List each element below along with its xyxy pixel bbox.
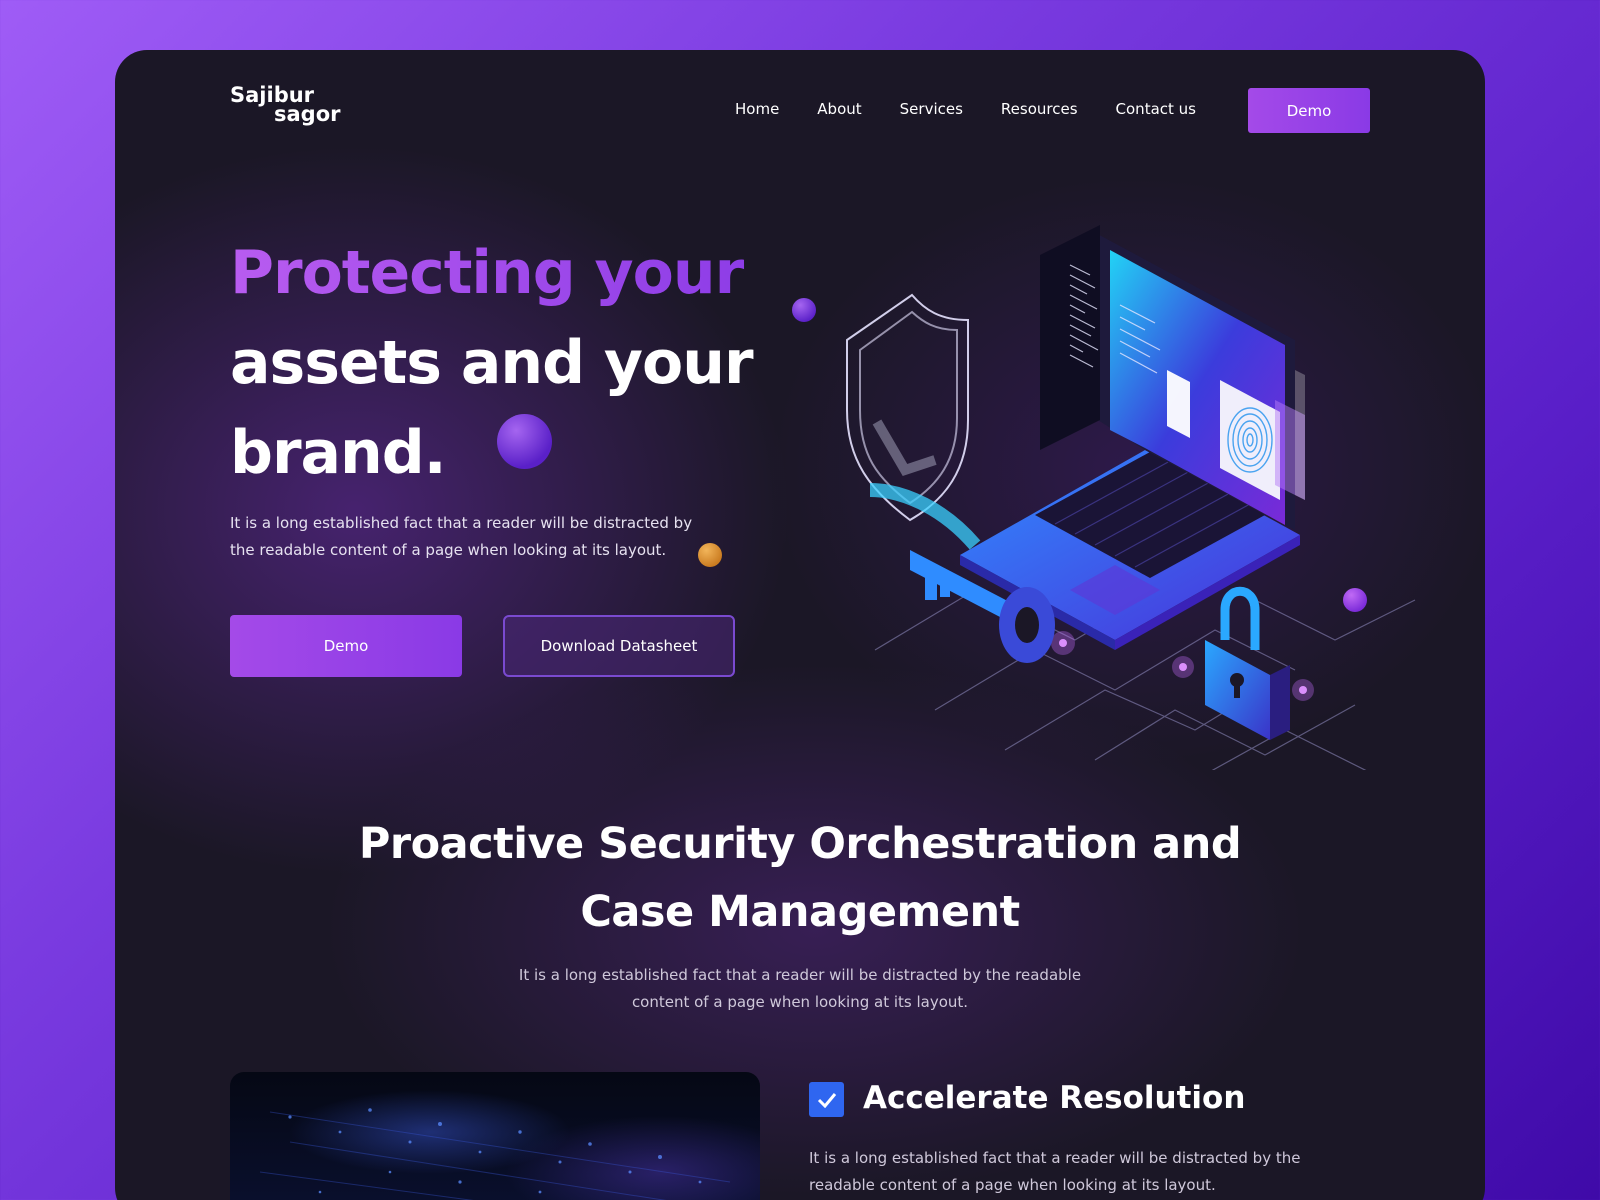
decorative-orb-small bbox=[792, 298, 816, 322]
hero-title-accent: Protecting your bbox=[230, 228, 790, 318]
decorative-orb-large bbox=[497, 414, 552, 469]
security-illustration bbox=[846, 225, 1416, 770]
padlock-icon bbox=[1205, 586, 1290, 740]
feature-description: It is a long established fact that a rea… bbox=[809, 1149, 1301, 1194]
nav-demo-button[interactable]: Demo bbox=[1248, 88, 1370, 133]
nav-item-resources[interactable]: Resources bbox=[1001, 100, 1078, 118]
nav-item-contact[interactable]: Contact us bbox=[1116, 100, 1196, 118]
feature-image bbox=[230, 1072, 760, 1200]
nav-item-about[interactable]: About bbox=[817, 100, 861, 118]
nav-item-services[interactable]: Services bbox=[900, 100, 963, 118]
laptop-icon bbox=[960, 225, 1305, 650]
hero-title-line-2: assets and your bbox=[230, 328, 754, 398]
download-datasheet-button[interactable]: Download Datasheet bbox=[503, 615, 735, 677]
main-nav: Home About Services Resources Contact us bbox=[735, 100, 1234, 118]
section-description: It is a long established fact that a rea… bbox=[518, 966, 1082, 1011]
shield-check-icon bbox=[846, 293, 969, 522]
section-title: Proactive Security Orchestration and Cas… bbox=[358, 819, 1242, 937]
feature-title: Accelerate Resolution bbox=[863, 1080, 1246, 1116]
logo-line-2: sagor bbox=[274, 102, 341, 126]
hero-description: It is a long established fact that a rea… bbox=[230, 514, 693, 559]
hero-demo-button[interactable]: Demo bbox=[230, 615, 462, 677]
landing-card: Sajibur sagor Home About Services Resour… bbox=[115, 50, 1485, 1200]
nav-item-home[interactable]: Home bbox=[735, 100, 779, 118]
checkmark-icon bbox=[817, 1092, 836, 1108]
brand-logo[interactable]: Sajibur sagor bbox=[230, 85, 341, 126]
feature-checkbox[interactable] bbox=[809, 1082, 844, 1117]
